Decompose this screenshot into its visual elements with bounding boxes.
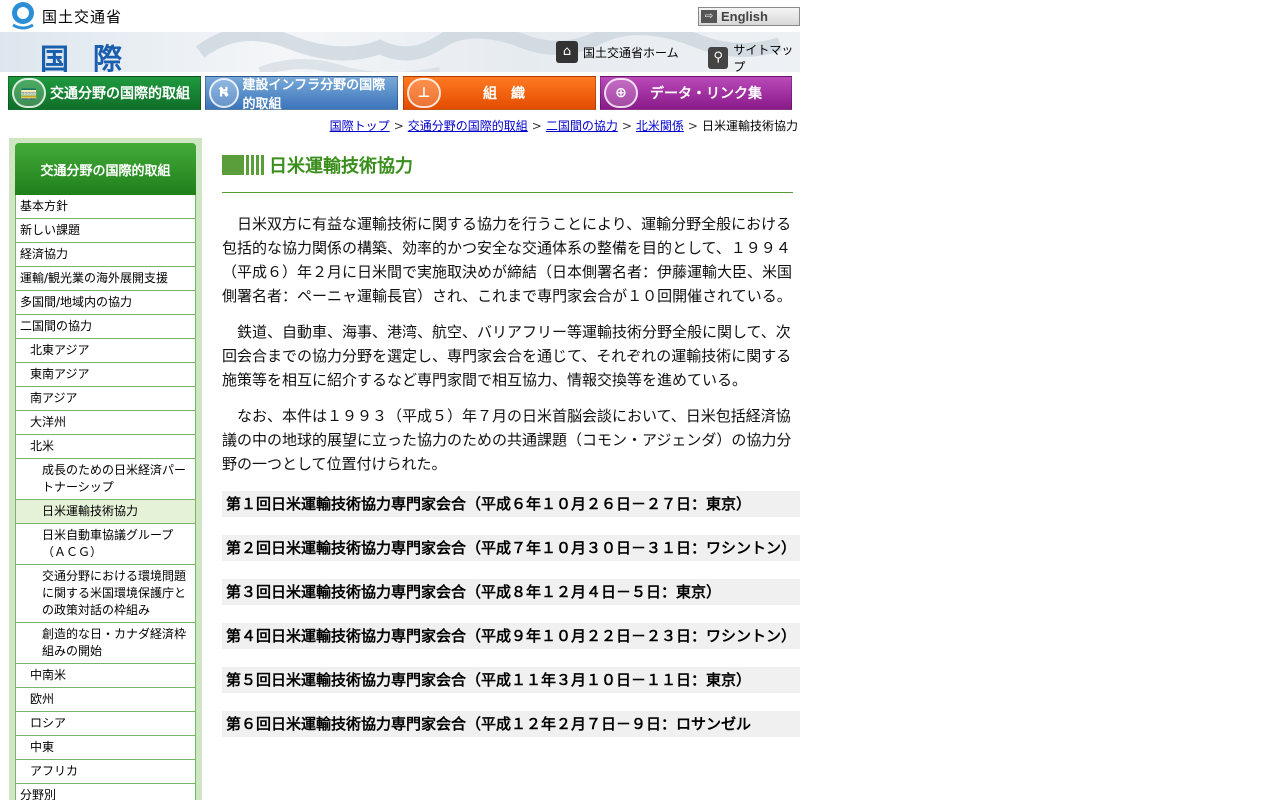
top-header: 国土交通省 ⇨ English <box>0 0 800 32</box>
sidebar-subitem[interactable]: 中南米 <box>15 664 196 688</box>
sidebar-item[interactable]: 二国間の協力 <box>15 315 196 339</box>
nav-label: 交通分野の国際的取組 <box>50 86 190 102</box>
home-link-label: 国土交通省ホーム <box>583 45 679 60</box>
sidebar-subitem[interactable]: アフリカ <box>15 760 196 784</box>
sidebar-subsubitem[interactable]: 創造的な日・カナダ経済枠組みの開始 <box>15 623 196 664</box>
nav-label: 組 織 <box>483 86 525 102</box>
nav-label: 建設インフラ分野の国際的取組 <box>242 78 386 112</box>
breadcrumb-link[interactable]: 北米関係 <box>636 119 684 133</box>
sidebar-subsubitem[interactable]: 成長のための日米経済パートナーシップ <box>15 459 196 500</box>
sidebar-subsubitem-current[interactable]: 日米運輸技術協力 <box>15 500 196 524</box>
main-content: 日米運輸技術協力 日米双方に有益な運輸技術に関する協力を行うことにより、運輸分野… <box>222 150 800 737</box>
section-banner: 国際 ⌂ 国土交通省ホーム ⚲ サイトマップ <box>0 32 800 72</box>
road-icon: ⛕ <box>209 78 239 108</box>
title-bars-icon <box>222 155 264 175</box>
nav-infrastructure-international[interactable]: ⛕ 建設インフラ分野の国際的取組 <box>205 76 398 112</box>
sidebar-item[interactable]: 基本方針 <box>15 195 196 219</box>
sidebar-subitem[interactable]: 大洋州 <box>15 411 196 435</box>
page-title: 日米運輸技術協力 <box>269 156 413 177</box>
magnifier-icon: ⚲ <box>708 47 729 69</box>
sidebar-subsubitem[interactable]: 日米自動車協議グループ（ＡＣＧ） <box>15 524 196 565</box>
sidebar-item[interactable]: 運輸/観光業の海外展開支援 <box>15 267 196 291</box>
sidebar-heading[interactable]: 交通分野の国際的取組 <box>15 143 196 195</box>
sidebar-item[interactable]: 多国間/地域内の協力 <box>15 291 196 315</box>
sidebar-item[interactable]: 経済協力 <box>15 243 196 267</box>
english-button[interactable]: ⇨ English <box>698 7 800 26</box>
breadcrumb-current: 日米運輸技術協力 <box>701 119 798 133</box>
meeting-heading: 第１回日米運輸技術協力専門家会合（平成６年１０月２６日－２７日：東京） <box>222 491 800 517</box>
nav-label: データ・リンク集 <box>650 86 762 102</box>
meeting-heading: 第３回日米運輸技術協力専門家会合（平成８年１２月４日－５日：東京） <box>222 579 800 605</box>
main-nav: 🚃 交通分野の国際的取組 ⛕ 建設インフラ分野の国際的取組 ⊥ 組 織 ⊕ デー… <box>0 72 800 113</box>
nav-transport-international[interactable]: 🚃 交通分野の国際的取組 <box>8 76 201 110</box>
body-paragraph: 日米双方に有益な運輸技術に関する協力を行うことにより、運輸分野全般における包括的… <box>222 215 793 305</box>
meeting-heading: 第２回日米運輸技術協力専門家会合（平成７年１０月３０日－３１日：ワシントン） <box>222 535 800 561</box>
body-paragraph: 鉄道、自動車、海事、港湾、航空、バリアフリー等運輸技術分野全般に関して、次回会合… <box>222 323 792 389</box>
sitemap-link-label: サイトマップ <box>733 43 794 72</box>
page-title-row: 日米運輸技術協力 <box>222 150 800 180</box>
body-paragraph: なお、本件は１９９３（平成５）年７月の日米首脳会談において、日米包括経済協議の中… <box>222 407 792 473</box>
meeting-heading: 第６回日米運輸技術協力専門家会合（平成１２年２月７日－９日：ロサンゼル <box>222 711 800 737</box>
sidebar-subitem[interactable]: 中東 <box>15 736 196 760</box>
home-icon: ⌂ <box>556 41 578 63</box>
sidebar-subitem[interactable]: ロシア <box>15 712 196 736</box>
sidebar-subitem[interactable]: 欧州 <box>15 688 196 712</box>
nav-organization[interactable]: ⊥ 組 織 <box>403 76 596 110</box>
sidebar-subitem[interactable]: 北東アジア <box>15 339 196 363</box>
sidebar-subsubitem[interactable]: 交通分野における環境問題に関する米国環境保護庁との政策対話の枠組み <box>15 565 196 623</box>
mlit-home-link[interactable]: ⌂ 国土交通省ホーム <box>556 41 679 63</box>
english-label: English <box>721 9 768 24</box>
title-divider <box>222 192 793 193</box>
mlit-logo-icon[interactable] <box>8 1 38 31</box>
breadcrumb-link[interactable]: 交通分野の国際的取組 <box>408 119 528 133</box>
globe-icon: ⊕ <box>604 78 638 108</box>
sidebar: 交通分野の国際的取組 基本方針 新しい課題 経済協力 運輸/観光業の海外展開支援… <box>9 138 202 800</box>
breadcrumb-link[interactable]: 国際トップ <box>330 119 390 133</box>
section-title: 国際 <box>40 42 147 72</box>
arrow-right-icon: ⇨ <box>701 10 717 23</box>
nav-data-links[interactable]: ⊕ データ・リンク集 <box>600 76 792 110</box>
breadcrumb-link[interactable]: 二国間の協力 <box>546 119 618 133</box>
sidebar-item[interactable]: 分野別 <box>15 784 196 800</box>
sidebar-subitem[interactable]: 南アジア <box>15 387 196 411</box>
sidebar-subitem[interactable]: 北米 <box>15 435 196 459</box>
meeting-heading: 第５回日米運輸技術協力専門家会合（平成１１年３月１０日－１１日：東京） <box>222 667 800 693</box>
ministry-name[interactable]: 国土交通省 <box>42 6 122 27</box>
sidebar-subitem[interactable]: 東南アジア <box>15 363 196 387</box>
sidebar-item[interactable]: 新しい課題 <box>15 219 196 243</box>
world-map-decoration <box>195 32 783 72</box>
meeting-heading: 第４回日米運輸技術協力専門家会合（平成９年１０月２２日－２３日：ワシントン） <box>222 623 800 649</box>
sitemap-link[interactable]: ⚲ サイトマップ <box>708 41 800 72</box>
train-icon: 🚃 <box>12 78 46 108</box>
breadcrumb: 国際トップ > 交通分野の国際的取組 > 二国間の協力 > 北米関係 > 日米運輸技術協力 <box>329 119 798 133</box>
org-chart-icon: ⊥ <box>407 78 441 108</box>
